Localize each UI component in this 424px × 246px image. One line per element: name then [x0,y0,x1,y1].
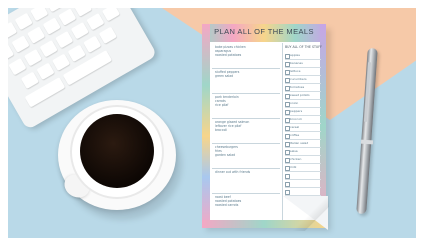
photo-frame [0,0,424,246]
photo-scene: PLAN ALL OF THE MEALS bake pizzas chicke… [0,0,424,246]
